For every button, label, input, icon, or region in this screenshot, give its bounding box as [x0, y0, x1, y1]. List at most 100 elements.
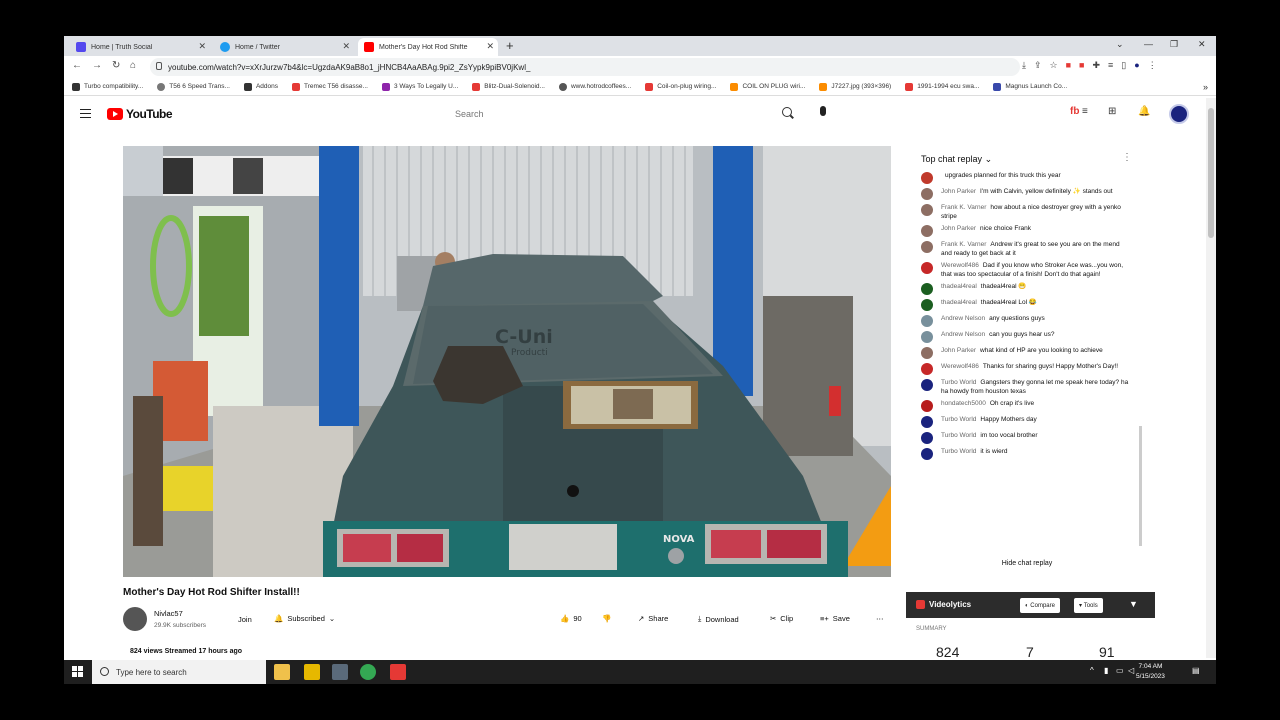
search-icon[interactable] — [782, 107, 792, 117]
windows-start-icon[interactable] — [72, 666, 83, 677]
videolytics-icon[interactable]: fb — [1070, 106, 1079, 117]
minimize-button[interactable]: — — [1144, 39, 1153, 49]
notification-icon[interactable]: ▤ — [1192, 666, 1200, 675]
chevron-down-icon[interactable]: ▼ — [1129, 599, 1138, 609]
star-icon[interactable]: ☆ — [1050, 60, 1058, 71]
twitter-icon — [220, 42, 230, 52]
pdf-ext-icon[interactable]: ■ — [1079, 60, 1084, 71]
videolytics-ext-icon[interactable]: ■ — [1066, 60, 1071, 71]
lock-icon — [156, 62, 162, 70]
sticky-notes-icon[interactable] — [304, 664, 320, 680]
chat-scrollbar[interactable] — [1139, 426, 1142, 546]
network-icon[interactable]: ▭ — [1116, 666, 1124, 675]
bookmark[interactable]: Addons — [243, 82, 278, 91]
more-vert-icon[interactable]: ⋮ — [1122, 152, 1132, 163]
profile-icon[interactable]: ● — [1134, 60, 1139, 71]
microphone-icon[interactable]: ▮ — [1104, 666, 1108, 675]
file-explorer-icon[interactable] — [274, 664, 290, 680]
video-player[interactable]: C-Uni Producti NOVA — [123, 146, 891, 577]
url-input[interactable]: youtube.com/watch?v=xXrJurzw7b4&lc=Ugzda… — [150, 58, 1020, 76]
video-frame-image: C-Uni Producti NOVA — [123, 146, 891, 577]
chat-message: Turbo World im too vocal brother — [921, 431, 1131, 444]
bookmark[interactable]: T56 6 Speed Trans... — [157, 82, 230, 91]
bell-icon[interactable]: 🔔 — [1138, 106, 1150, 117]
tab-youtube[interactable]: Mother's Day Hot Rod Shifte ✕ — [358, 38, 498, 56]
share-icon[interactable]: ⇪ — [1034, 60, 1042, 71]
volume-icon[interactable]: ◁ — [1128, 666, 1134, 675]
tools-button[interactable]: ▾ Tools — [1074, 598, 1103, 613]
menu-icon[interactable]: ⋮ — [1148, 60, 1157, 71]
download-button[interactable]: ⤓ Download — [698, 614, 739, 624]
bookmark-icon — [645, 82, 654, 91]
chevron-up-icon[interactable]: ^ — [1090, 666, 1094, 675]
home-icon[interactable]: ⌂ — [130, 60, 136, 71]
bookmark[interactable]: COIL ON PLUG wiri... — [730, 82, 805, 91]
chevron-down-icon[interactable]: ⌄ — [1116, 39, 1124, 50]
download-icon[interactable]: ⤓ — [1022, 60, 1026, 71]
video-app-icon[interactable] — [390, 664, 406, 680]
join-button[interactable]: Join — [238, 615, 252, 624]
hamburger-menu-icon[interactable] — [80, 109, 91, 118]
like-button[interactable]: 👍 90 — [560, 614, 582, 623]
chat-message: upgrades planned for this truck this yea… — [921, 171, 1131, 184]
chat-message: Andrew Nelson can you guys hear us? — [921, 330, 1131, 343]
tab-truth-social[interactable]: Home | Truth Social ✕ — [70, 38, 210, 56]
bookmark[interactable]: Tremec T56 disasse... — [292, 82, 368, 91]
list-icon[interactable]: ≡ — [1082, 106, 1088, 117]
sidebar-icon[interactable]: ▯ — [1121, 60, 1126, 71]
chat-message: Frank K. Varner how about a nice destroye… — [921, 203, 1131, 221]
clip-button[interactable]: ✂ Clip — [770, 614, 793, 623]
microphone-icon[interactable] — [820, 106, 826, 116]
back-icon[interactable]: ← — [72, 60, 82, 71]
chevron-right-icon[interactable]: » — [1203, 82, 1208, 92]
bookmark[interactable]: www.hotrodcoffees... — [558, 82, 631, 91]
bookmark[interactable]: Blitz-Dual-Solenoid... — [472, 82, 545, 91]
hide-chat-button[interactable]: Hide chat replay — [907, 560, 1147, 567]
app-icon[interactable] — [332, 664, 348, 680]
channel-avatar[interactable] — [123, 607, 147, 631]
close-window-button[interactable]: ✕ — [1198, 39, 1206, 50]
youtube-logo[interactable]: YouTube — [107, 107, 173, 121]
bookmark[interactable]: Coil-on-plug wiring... — [645, 82, 716, 91]
bookmark[interactable]: Magnus Launch Co... — [993, 82, 1067, 91]
more-icon[interactable]: ⋯ — [876, 614, 884, 623]
chat-mode-dropdown[interactable]: Top chat replay ⌄ — [921, 154, 992, 165]
save-button[interactable]: ≡+ Save — [820, 614, 850, 623]
avatar[interactable] — [1169, 104, 1189, 124]
close-icon[interactable]: ✕ — [198, 41, 206, 52]
puzzle-icon[interactable]: ✚ — [1092, 60, 1100, 71]
chat-message: Werewolf486 Thanks for sharing guys! Happ… — [921, 362, 1131, 375]
chat-message: thadeal4real thadeal4real Lol 😂 — [921, 298, 1131, 311]
reading-list-icon[interactable]: ≡ — [1108, 60, 1113, 71]
close-icon[interactable]: ✕ — [486, 41, 494, 52]
youtube-header: YouTube Search fb ≡ ⊞ 🔔 — [64, 96, 1204, 132]
bookmark[interactable]: 3 Ways To Legally U... — [381, 82, 458, 91]
channel-name[interactable]: Nivlac57 — [154, 609, 183, 618]
reload-icon[interactable]: ↻ — [112, 60, 120, 71]
chat-message: thadeal4real thadeal4real 😁 — [921, 282, 1131, 295]
new-tab-button[interactable]: + — [506, 38, 514, 53]
chrome-icon[interactable] — [360, 664, 376, 680]
close-icon[interactable]: ✕ — [342, 41, 350, 52]
summary-label: SUMMARY — [916, 626, 947, 632]
avatar — [921, 432, 933, 444]
taskbar-search-input[interactable]: Type here to search — [92, 660, 266, 684]
system-clock[interactable]: 7:04 AM 5/15/2023 — [1136, 662, 1165, 682]
search-input[interactable]: Search — [450, 104, 805, 124]
bookmark[interactable]: J7227.jpg (393×396) — [819, 82, 891, 91]
share-button[interactable]: ↗ Share — [638, 614, 668, 623]
bookmark[interactable]: 1991-1994 ecu swa... — [905, 82, 979, 91]
page-scrollbar-thumb[interactable] — [1208, 108, 1214, 238]
subscribed-button[interactable]: 🔔 Subscribed ⌄ — [274, 614, 335, 623]
restore-button[interactable]: ❐ — [1170, 39, 1178, 50]
chat-message: Andrew Nelson any questions guys — [921, 314, 1131, 327]
compare-button[interactable]: ◐ Compare — [1020, 598, 1060, 613]
videolytics-panel: Videolytics ◐ Compare ▾ Tools ▼ — [906, 592, 1155, 618]
windows-taskbar: Type here to search ^ ▮ ▭ ◁ 7:04 AM 5/15… — [64, 660, 1216, 684]
dislike-button[interactable]: 👎 — [602, 614, 611, 623]
tab-twitter[interactable]: Home / Twitter ✕ — [214, 38, 354, 56]
create-video-icon[interactable]: ⊞ — [1108, 106, 1116, 117]
bookmark-icon — [292, 82, 300, 91]
forward-icon[interactable]: → — [92, 60, 102, 71]
bookmark[interactable]: Turbo compatibility... — [72, 82, 143, 91]
